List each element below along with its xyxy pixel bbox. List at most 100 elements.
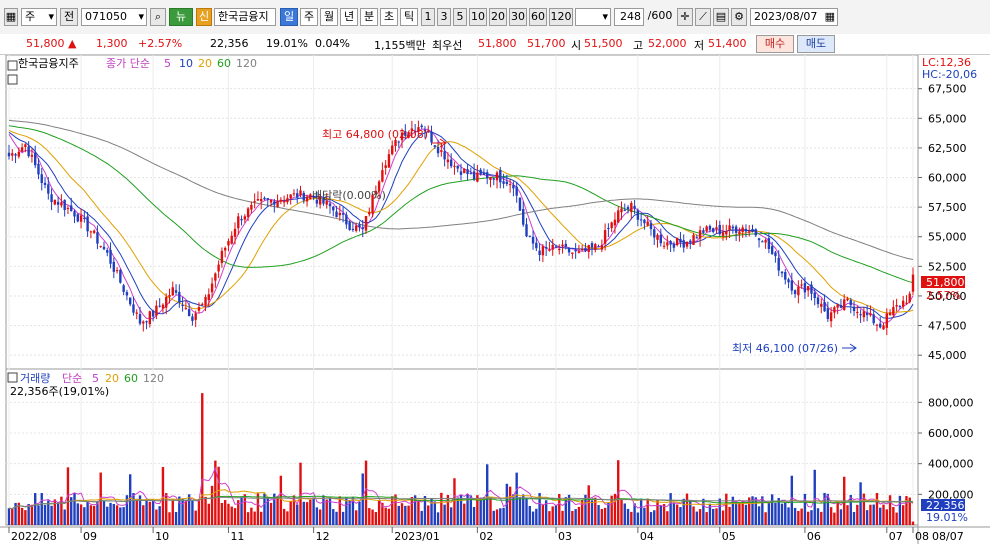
volume-bar [364, 460, 368, 525]
chart-area[interactable]: 67,500 65,000 62,500 60,000 57,500 55,000 52,5… [0, 55, 990, 544]
type-select-value: 주 [25, 10, 36, 23]
period-week[interactable]: 주 [300, 8, 318, 26]
stock-chart[interactable]: 67,500 65,000 62,500 60,000 57,500 55,000 52,5… [0, 55, 990, 544]
date-input[interactable]: 2023/08/07 ▦ [750, 8, 838, 26]
candle [492, 178, 495, 180]
candle [53, 199, 57, 205]
grid-icon[interactable]: ▤ [713, 8, 729, 26]
volume-bar [882, 504, 885, 525]
candle [181, 304, 184, 306]
candle [351, 228, 355, 231]
scope-button[interactable]: 전 [60, 8, 78, 26]
search-icon[interactable]: ⌕ [150, 8, 166, 26]
period-day[interactable]: 일 [280, 8, 298, 26]
candle [905, 302, 908, 304]
interval-3[interactable]: 3 [437, 8, 451, 26]
volume-bar [653, 510, 656, 525]
type-select[interactable]: 주 ▾ [21, 8, 57, 26]
candle [833, 307, 836, 313]
volume-bar [757, 506, 761, 525]
candle [106, 250, 109, 253]
interval-5[interactable]: 5 [453, 8, 467, 26]
candle [780, 271, 784, 274]
volume-bar [197, 498, 201, 525]
interval-30[interactable]: 30 [509, 8, 527, 26]
volume-bar [770, 494, 774, 525]
interval-60[interactable]: 60 [529, 8, 547, 26]
layout-icon[interactable]: ▦ [4, 8, 18, 26]
crosshair-icon[interactable]: ✛ [677, 8, 693, 26]
candle [885, 313, 888, 328]
volume-bar [692, 506, 695, 525]
news-button[interactable]: 뉴 [169, 8, 193, 26]
volume-bar [482, 497, 486, 525]
candle [767, 238, 771, 250]
buy-button[interactable]: 매수 [756, 35, 794, 53]
period-second[interactable]: 초 [380, 8, 398, 26]
period-tick[interactable]: 틱 [400, 8, 418, 26]
interval-1[interactable]: 1 [421, 8, 435, 26]
dividend-annotation: 배당락(0.00%) [312, 189, 386, 202]
up-arrow-icon: ▲ [68, 37, 77, 50]
candle [653, 229, 656, 238]
count-input[interactable]: 248 [614, 8, 644, 26]
candle [826, 308, 830, 319]
interval-120[interactable]: 120 [549, 8, 573, 26]
price-tick-label: 60,000 [928, 172, 967, 185]
code-input[interactable]: 071050 ▾ [81, 8, 147, 26]
volume-bar [191, 500, 194, 525]
candle [774, 252, 777, 257]
candle [702, 230, 705, 233]
volume-bar [489, 497, 492, 525]
interval-10[interactable]: 10 [469, 8, 487, 26]
volume-bar [590, 500, 594, 525]
candle [852, 306, 856, 312]
custom-interval-select[interactable]: ▾ [575, 8, 611, 26]
volume-tick-label: 400,000 [928, 458, 974, 471]
candle [623, 209, 626, 211]
x-tick-label: 10 [155, 530, 169, 543]
volume-bar [754, 497, 757, 525]
sell-button[interactable]: 매도 [797, 35, 835, 53]
volume-bar [201, 393, 204, 525]
candle [302, 192, 305, 201]
candle [469, 172, 473, 174]
candle [505, 181, 509, 185]
volume-bar [63, 509, 66, 525]
vol-ma20-legend: 20 [105, 372, 119, 385]
volume-bar [440, 492, 443, 525]
ma5-legend: 5 [164, 57, 171, 70]
vol-pct-tag-text: 19.01% [926, 511, 968, 524]
x-tick-label: 07 [889, 530, 903, 543]
candle [882, 325, 885, 330]
candle [436, 147, 440, 154]
credit-button[interactable]: 신 [196, 8, 212, 26]
volume-bar [826, 493, 830, 525]
candle [489, 177, 492, 181]
candle [34, 152, 37, 166]
candle [656, 234, 659, 240]
price-value: 51,800 [26, 37, 65, 50]
price-tick-label: 62,500 [928, 142, 967, 155]
candle [607, 227, 610, 230]
candle [908, 293, 911, 303]
volume-bar [744, 504, 748, 525]
period-minute[interactable]: 분 [360, 8, 378, 26]
volume-bar [269, 502, 273, 525]
best-ask: 51,800 [478, 37, 517, 50]
period-month[interactable]: 월 [320, 8, 338, 26]
period-year[interactable]: 년 [340, 8, 358, 26]
candle [279, 199, 283, 202]
candle [571, 252, 574, 254]
vol-ma5-legend: 5 [92, 372, 99, 385]
candle [338, 212, 342, 216]
interval-20[interactable]: 20 [489, 8, 507, 26]
candle [744, 228, 748, 232]
volume-bar [371, 509, 374, 525]
open-price: 51,500 [584, 37, 623, 50]
line-tool-icon[interactable]: ⟋ [695, 8, 711, 26]
candle [273, 201, 276, 205]
settings-icon[interactable]: ⚙ [731, 8, 747, 26]
candle [63, 199, 66, 211]
candle [633, 205, 636, 209]
